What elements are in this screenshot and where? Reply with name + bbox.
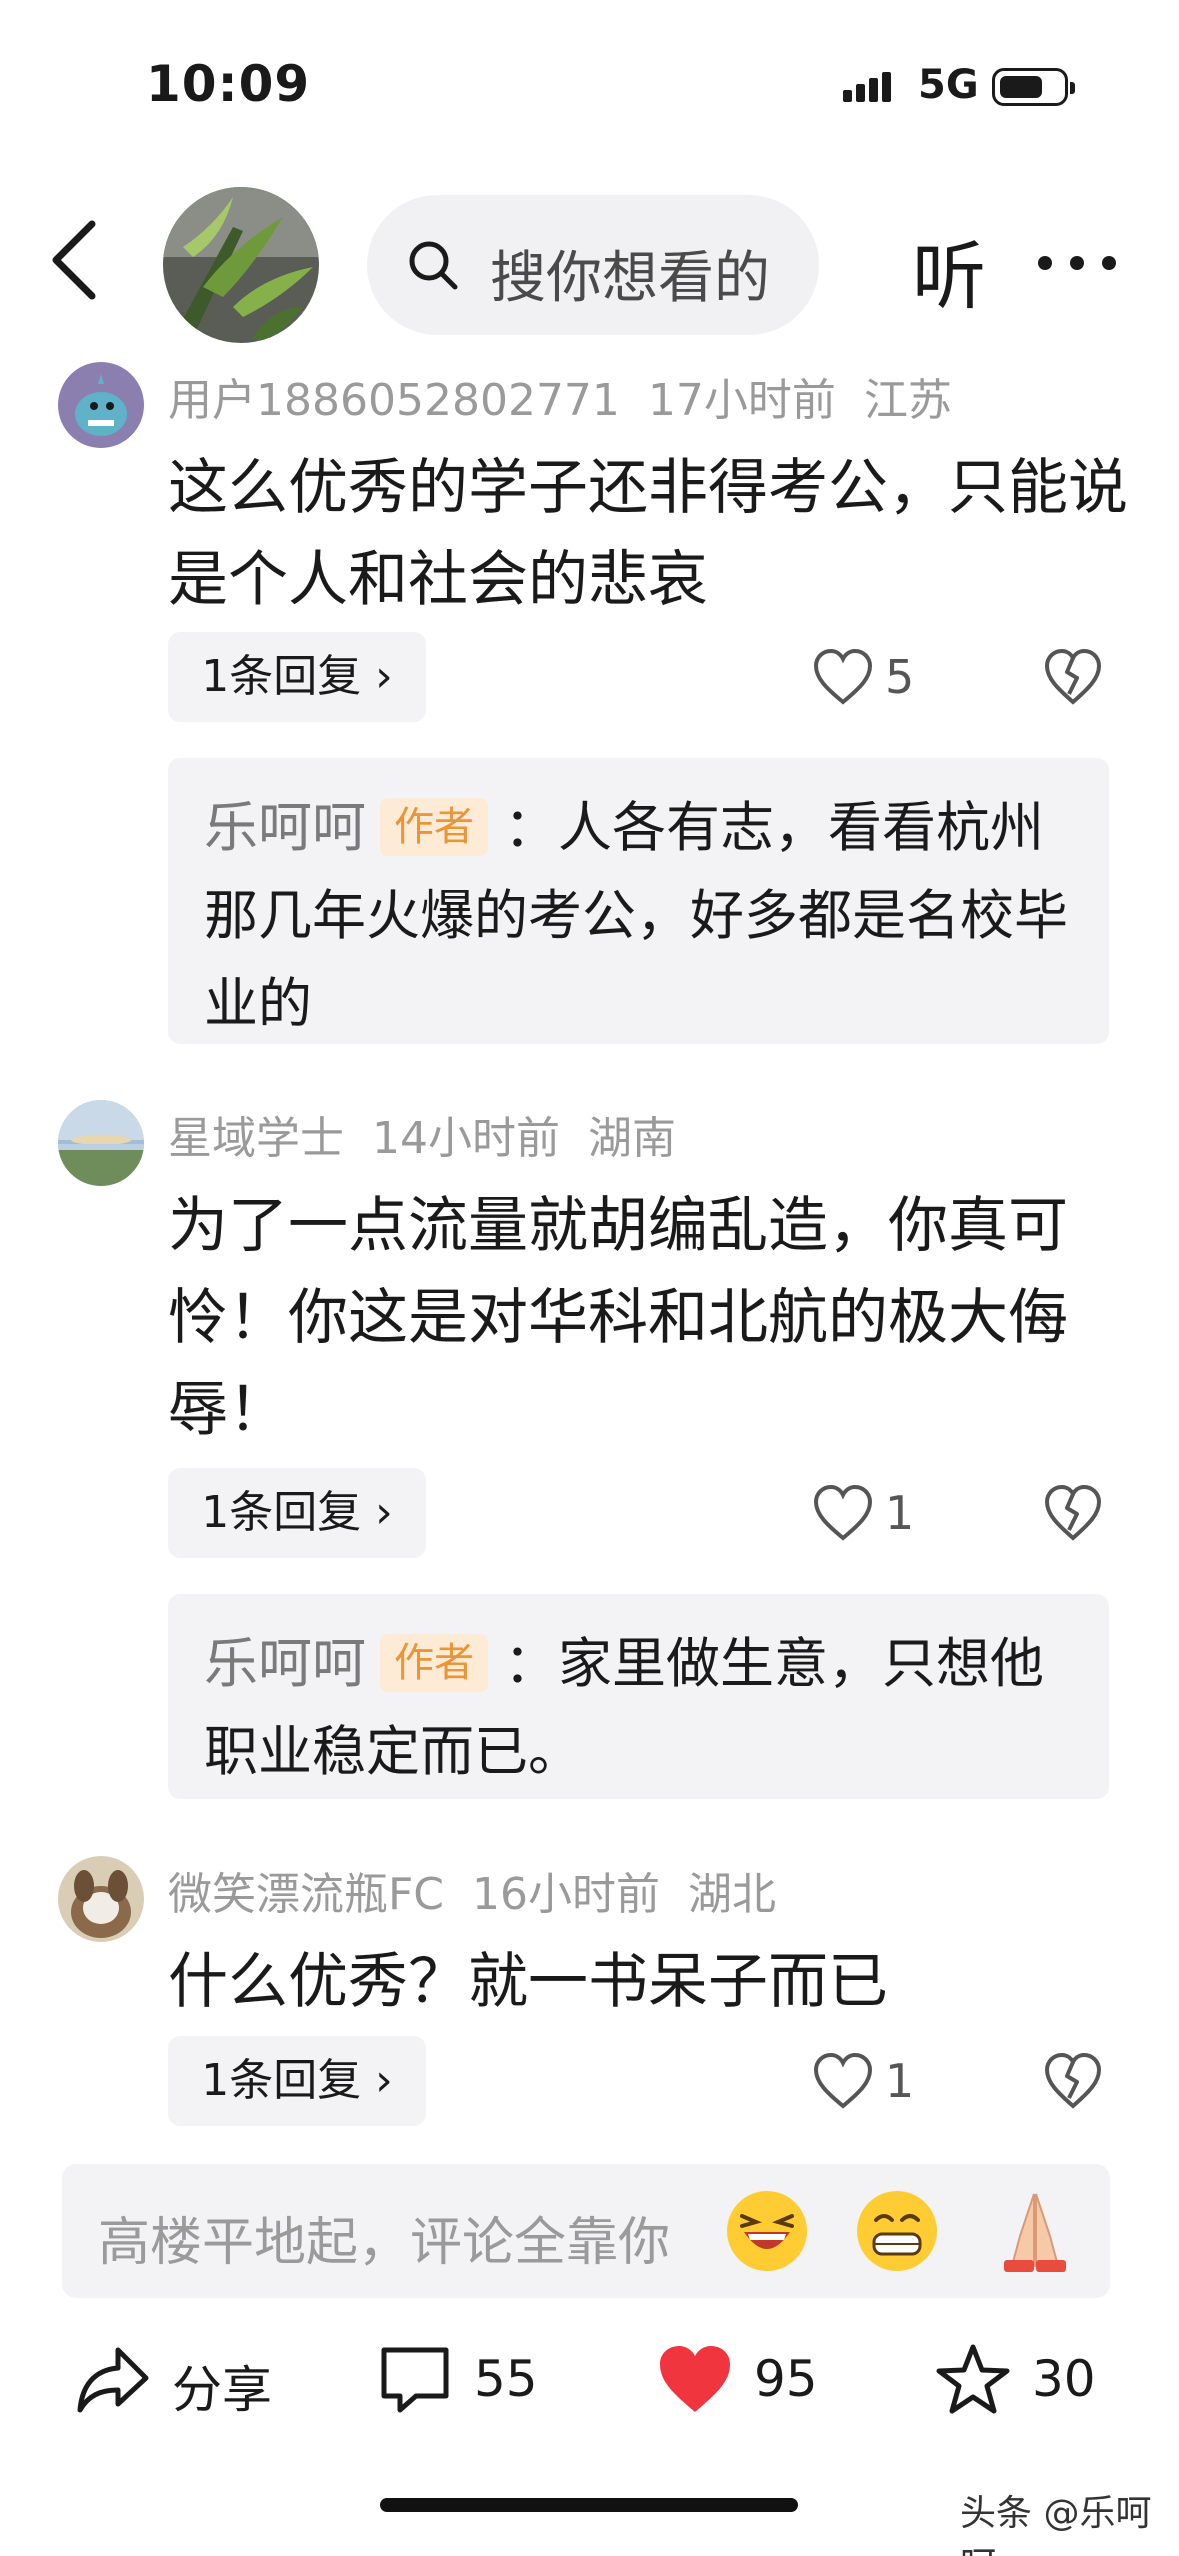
view-replies-button[interactable]: 1条回复 ›: [168, 2036, 426, 2126]
comment-location: 江苏: [863, 375, 952, 426]
search-placeholder: 搜你想看的: [490, 246, 770, 311]
author-avatar[interactable]: [163, 187, 319, 343]
star-icon: [936, 2344, 1010, 2414]
dislike-broken-heart-icon[interactable]: [1043, 1484, 1103, 1542]
comments-count: 55: [474, 2350, 538, 2408]
comment-input-placeholder: 高楼平地起，评论全靠你: [98, 2213, 671, 2273]
like-heart-icon[interactable]: [812, 648, 874, 706]
commenter-name[interactable]: 星域学士: [168, 1113, 344, 1164]
favorites-count: 30: [1032, 2350, 1096, 2408]
share-arrow-icon: [77, 2347, 149, 2413]
comment-text: 什么优秀？就一书呆子而已: [168, 1947, 888, 2017]
search-box[interactable]: 搜你想看的: [367, 195, 819, 335]
grinning-emoji-icon[interactable]: [852, 2186, 942, 2276]
comment-time: 16小时前: [472, 1869, 661, 1920]
share-button[interactable]: 分享: [74, 2342, 274, 2422]
commenter-avatar[interactable]: [58, 1100, 144, 1186]
like-filled-heart-icon: [660, 2346, 730, 2412]
dislike-broken-heart-icon[interactable]: [1043, 648, 1103, 706]
status-time: 10:09: [146, 55, 311, 113]
like-article-button[interactable]: 95: [656, 2342, 856, 2422]
bottom-action-bar: 分享 55 95 30: [0, 2310, 1179, 2440]
comment-meta: 星域学士 14小时前 湖南: [168, 1102, 704, 1166]
comment-item: 用户1886052802771 17小时前 江苏 这么优秀的学子还非得考公，只能说是…: [0, 350, 1179, 1050]
comment-meta: 微笑漂流瓶FC 16小时前 湖北: [168, 1858, 804, 1922]
comment-time: 14小时前: [372, 1113, 560, 1164]
watermark: 头条 @乐呵呵: [960, 2493, 1152, 2556]
comment-item: 微笑漂流瓶FC 16小时前 湖北 什么优秀？就一书呆子而已 1条回复 › 1: [0, 1856, 1179, 2146]
folded-hands-emoji-icon[interactable]: [990, 2186, 1080, 2276]
home-indicator[interactable]: [380, 2498, 798, 2512]
author-badge: 作者: [380, 798, 488, 856]
listen-button[interactable]: 听: [912, 217, 986, 324]
cellular-signal-icon: [843, 72, 891, 102]
commenter-name[interactable]: 用户1886052802771: [168, 375, 620, 426]
author-reply-name[interactable]: 乐呵呵: [204, 1632, 366, 1695]
comment-time: 17小时前: [647, 375, 836, 426]
share-label: 分享: [172, 2361, 272, 2419]
like-heart-icon[interactable]: [812, 2052, 874, 2110]
comment-bubble-icon: [381, 2347, 449, 2413]
more-icon[interactable]: [1038, 256, 1118, 272]
like-count: 1: [885, 1486, 915, 1540]
search-icon: [409, 241, 458, 290]
commenter-avatar[interactable]: [58, 1856, 144, 1942]
comment-location: 湖北: [688, 1869, 777, 1920]
favorite-button[interactable]: 30: [934, 2342, 1134, 2422]
dislike-broken-heart-icon[interactable]: [1043, 2052, 1103, 2110]
laughing-emoji-icon[interactable]: [722, 2186, 812, 2276]
author-badge: 作者: [380, 1634, 488, 1692]
comment-input[interactable]: 高楼平地起，评论全靠你: [62, 2164, 1110, 2298]
header: 搜你想看的 听: [0, 170, 1179, 350]
like-count: 5: [885, 650, 915, 704]
network-type: 5G: [918, 62, 979, 108]
comment-location: 湖南: [588, 1113, 676, 1164]
battery-icon: [992, 68, 1075, 106]
likes-count: 95: [754, 2350, 818, 2408]
status-bar: 10:09 5G: [0, 0, 1179, 170]
comment-text: 为了一点流量就胡编乱造，你真可怜！你这是对华科和北航的极大侮辱！: [168, 1191, 1068, 1445]
comment-meta: 用户1886052802771 17小时前 江苏: [168, 364, 980, 428]
author-reply[interactable]: 乐呵呵 作者 ：人各有志，看看杭州那几年火爆的考公，好多都是名校毕业的: [168, 758, 1109, 1044]
view-replies-button[interactable]: 1条回复 ›: [168, 1468, 426, 1558]
commenter-name[interactable]: 微笑漂流瓶FC: [168, 1869, 444, 1920]
comment-item: 星域学士 14小时前 湖南 为了一点流量就胡编乱造，你真可怜！你这是对华科和北航的极…: [0, 1100, 1179, 1820]
like-count: 1: [885, 2054, 915, 2108]
comments-button[interactable]: 55: [376, 2342, 576, 2422]
comment-text: 这么优秀的学子还非得考公，只能说是个人和社会的悲哀: [168, 453, 1128, 615]
author-reply[interactable]: 乐呵呵 作者 ：家里做生意，只想他职业稳定而已。: [168, 1594, 1109, 1799]
back-arrow-icon[interactable]: [48, 220, 104, 300]
view-replies-button[interactable]: 1条回复 ›: [168, 632, 426, 722]
like-heart-icon[interactable]: [812, 1484, 874, 1542]
author-reply-name[interactable]: 乐呵呵: [204, 796, 366, 859]
commenter-avatar[interactable]: [58, 362, 144, 448]
